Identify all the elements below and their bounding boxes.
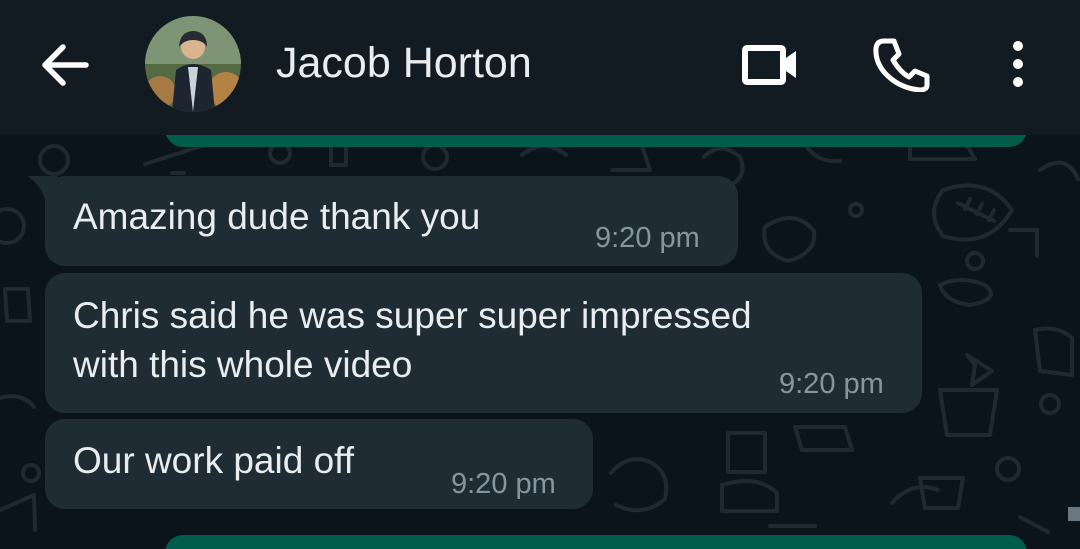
- back-arrow-icon[interactable]: [36, 40, 92, 90]
- message-time: 9:20 pm: [595, 222, 700, 254]
- message-time: 9:20 pm: [779, 368, 884, 400]
- outgoing-message-bubble-partial[interactable]: [165, 535, 1027, 549]
- video-call-icon[interactable]: [738, 38, 802, 90]
- chat-area[interactable]: Amazing dude thank you 9:20 pm Chris sai…: [0, 135, 1080, 549]
- more-options-icon[interactable]: [1004, 38, 1032, 90]
- voice-call-icon[interactable]: [872, 36, 930, 93]
- message-text: with this whole video: [73, 344, 413, 385]
- avatar[interactable]: [145, 16, 241, 112]
- message-time: 9:20 pm: [451, 468, 556, 500]
- message-text: Chris said he was super super impressed: [73, 295, 752, 336]
- bubble-tail: [27, 176, 57, 200]
- message-bubble[interactable]: Chris said he was super super impressed …: [45, 273, 922, 413]
- message-bubble[interactable]: Our work paid off 9:20 pm: [45, 419, 593, 509]
- outgoing-message-bubble-partial[interactable]: [165, 135, 1027, 147]
- message-text: Our work paid off: [73, 440, 355, 481]
- contact-name[interactable]: Jacob Horton: [276, 38, 532, 88]
- message-text: Amazing dude thank you: [73, 196, 481, 237]
- message-bubble[interactable]: Amazing dude thank you 9:20 pm: [27, 176, 738, 266]
- scroll-indicator[interactable]: [1068, 507, 1080, 521]
- chat-header: Jacob Horton: [0, 0, 1080, 135]
